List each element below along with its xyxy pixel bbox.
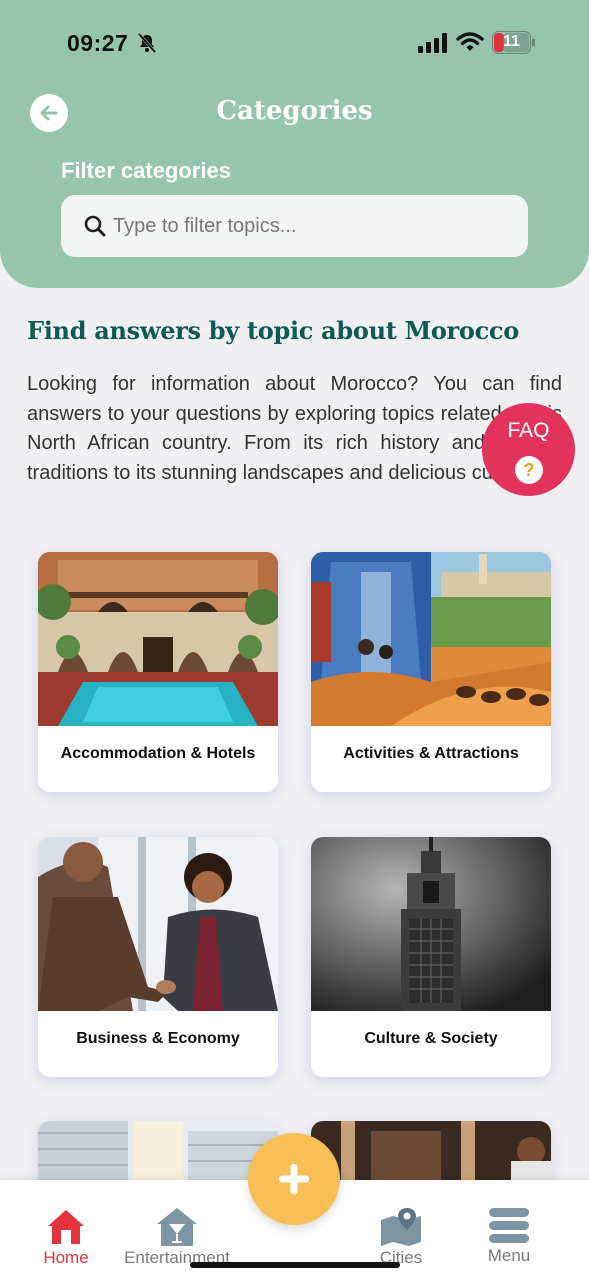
category-card-activities[interactable]: Activities & Attractions — [311, 552, 551, 792]
medina-desert-image — [311, 552, 551, 726]
menu-icon — [489, 1208, 529, 1243]
minaret-image — [311, 837, 551, 1011]
category-card-culture[interactable]: Culture & Society — [311, 837, 551, 1077]
add-button[interactable] — [248, 1133, 340, 1225]
business-handshake-image — [38, 837, 278, 1011]
category-card-business[interactable]: Business & Economy — [38, 837, 278, 1077]
header: 09:27 11 Categories Filter categories Ty… — [0, 0, 589, 288]
cocktail-icon — [157, 1208, 197, 1246]
page-title: Categories — [216, 96, 373, 126]
bell-muted-icon — [137, 33, 157, 53]
map-pin-icon — [381, 1208, 421, 1246]
signal-icon — [418, 33, 447, 53]
status-time: 09:27 — [67, 30, 129, 56]
nav-home[interactable]: Home — [30, 1180, 102, 1280]
category-label: Activities & Attractions — [343, 745, 519, 762]
nav-label-menu: Menu — [487, 1246, 531, 1265]
search-box[interactable] — [61, 195, 528, 257]
filter-label: Filter categories — [61, 158, 231, 183]
search-input[interactable] — [113, 211, 503, 241]
home-icon — [48, 1210, 84, 1244]
plus-icon — [279, 1164, 309, 1194]
question-icon: ? — [515, 456, 543, 484]
faq-button[interactable]: FAQ ? — [482, 403, 575, 496]
status-bar: 09:27 11 — [0, 0, 589, 88]
category-label: Accommodation & Hotels — [60, 745, 256, 762]
category-card-accommodation[interactable]: Accommodation & Hotels — [38, 552, 278, 792]
home-indicator — [190, 1262, 400, 1268]
riad-courtyard-image — [38, 552, 278, 726]
battery-level: 11 — [503, 33, 520, 50]
section-title: Find answers by topic about Morocco — [27, 316, 519, 345]
search-icon — [84, 215, 106, 237]
wifi-icon — [456, 32, 484, 51]
battery-icon: 11 — [492, 31, 536, 54]
faq-label: FAQ — [507, 419, 550, 442]
nav-label-home: Home — [43, 1248, 89, 1267]
category-label: Culture & Society — [364, 1030, 498, 1047]
nav-menu[interactable]: Menu — [480, 1180, 538, 1280]
category-label: Business & Economy — [76, 1030, 240, 1047]
